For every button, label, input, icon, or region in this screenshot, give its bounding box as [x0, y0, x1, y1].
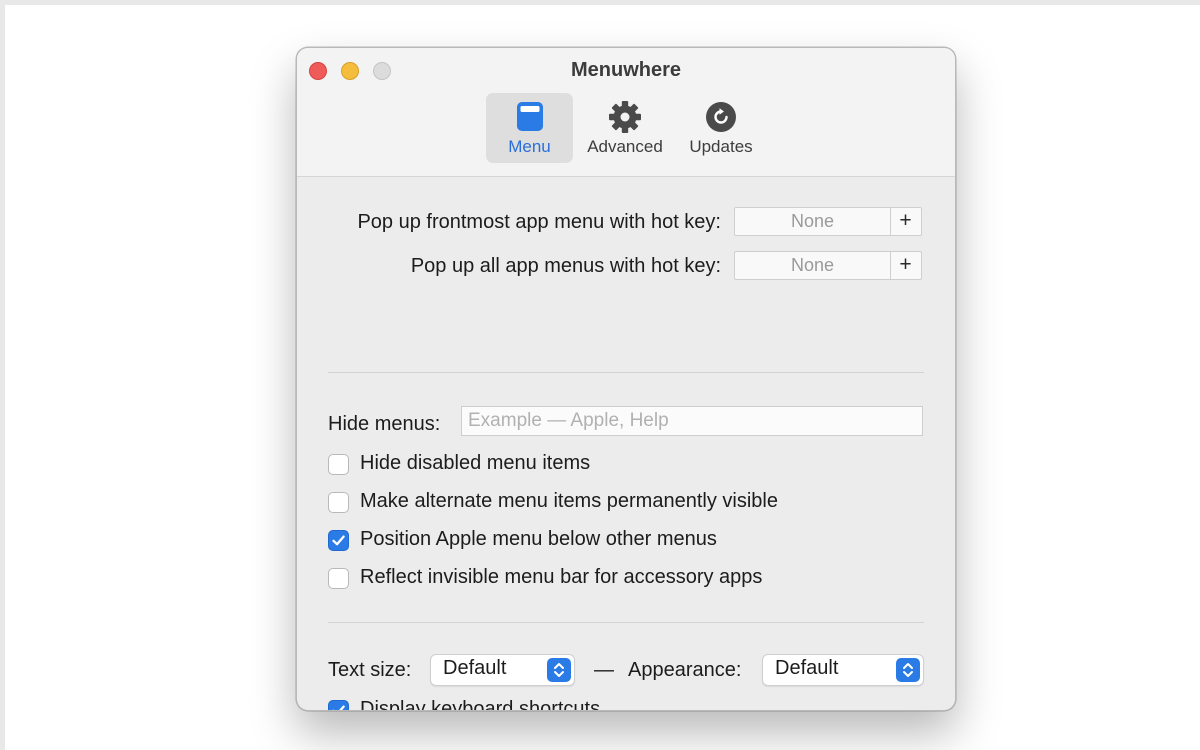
option-label: Reflect invisible menu bar for accessory…	[360, 566, 763, 588]
tab-updates-label: Updates	[689, 137, 753, 156]
frontmost-hotkey-value[interactable]: None	[735, 208, 891, 235]
divider	[328, 622, 924, 623]
checkbox[interactable]	[328, 700, 349, 710]
all-apps-hotkey-label: Pop up all app menus with hot key:	[410, 255, 721, 277]
tab-menu[interactable]: Menu	[486, 93, 573, 163]
hide-menus-input[interactable]	[461, 406, 923, 436]
checkbox[interactable]	[328, 454, 349, 475]
text-size-value: Default	[443, 657, 507, 679]
checkmark-icon	[332, 705, 345, 710]
refresh-icon	[706, 102, 736, 132]
appearance-value: Default	[775, 657, 839, 679]
preferences-window: Menuwhere Menu Advanced Updates Pop up f…	[296, 47, 956, 711]
text-size-stepper	[547, 658, 571, 682]
frontmost-hotkey-label: Pop up frontmost app menu with hot key:	[357, 211, 721, 233]
window-title: Menuwhere	[570, 59, 682, 81]
checkmark-icon	[332, 535, 345, 546]
checkbox[interactable]	[328, 568, 349, 589]
separator-dash: —	[594, 659, 614, 681]
hide-menus-label: Hide menus:	[328, 413, 441, 435]
all-apps-hotkey-value[interactable]: None	[735, 252, 891, 279]
option-label: Position Apple menu below other menus	[360, 528, 717, 550]
text-size-popup[interactable]: Default	[430, 654, 575, 686]
tab-advanced[interactable]: Advanced	[579, 93, 671, 163]
all-apps-hotkey-add-button[interactable]: +	[890, 252, 921, 279]
menu-window-icon	[516, 102, 543, 131]
option-label: Display keyboard shortcuts	[360, 698, 601, 711]
menu-settings-panel: Pop up frontmost app menu with hot key: …	[297, 177, 955, 710]
tab-updates[interactable]: Updates	[681, 93, 761, 163]
option-label: Hide disabled menu items	[360, 452, 591, 474]
text-size-label: Text size:	[328, 659, 412, 681]
all-apps-hotkey-field[interactable]: None +	[734, 251, 922, 280]
appearance-label: Appearance:	[628, 659, 742, 681]
frontmost-hotkey-field[interactable]: None +	[734, 207, 922, 236]
checkbox[interactable]	[328, 492, 349, 513]
appearance-stepper	[896, 658, 920, 682]
option-label: Make alternate menu items permanently vi…	[360, 490, 778, 512]
appearance-popup[interactable]: Default	[762, 654, 924, 686]
frontmost-hotkey-add-button[interactable]: +	[890, 208, 921, 235]
chevron-up-down-icon	[554, 663, 564, 677]
titlebar: Menuwhere Menu Advanced Updates	[297, 48, 955, 177]
divider	[328, 372, 924, 373]
chevron-up-down-icon	[903, 663, 913, 677]
tab-menu-label: Menu	[508, 137, 551, 156]
checkbox[interactable]	[328, 530, 349, 551]
gear-icon	[609, 101, 641, 133]
tab-advanced-label: Advanced	[587, 137, 663, 156]
